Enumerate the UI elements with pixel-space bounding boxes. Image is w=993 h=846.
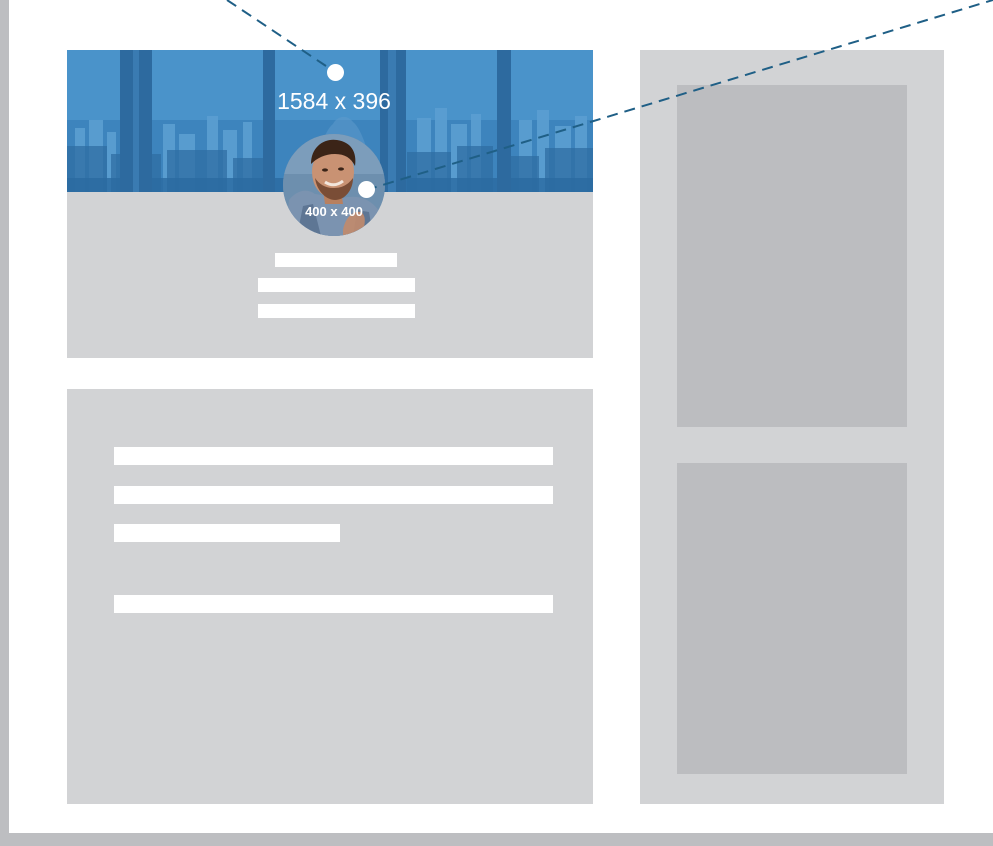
profile-photo-marker-dot (358, 181, 375, 198)
cover-photo-size-label: 1584 x 396 (277, 88, 391, 114)
profile-photo-size-label: 400 x 400 (305, 204, 363, 219)
linkedin-profile-size-guide: 1584 x 396 400 x 400 (0, 0, 993, 846)
profile-name-placeholder (275, 253, 397, 267)
about-text-line-placeholder (114, 447, 553, 465)
sidebar-block-top (677, 85, 907, 427)
about-text-line-placeholder (114, 524, 340, 542)
about-text-line-placeholder (114, 486, 553, 504)
frame-bottom-border (0, 833, 993, 846)
profile-location-placeholder (258, 304, 415, 318)
sidebar-block-bottom (677, 463, 907, 774)
profile-headline-placeholder (258, 278, 415, 292)
about-text-line-placeholder (114, 595, 553, 613)
cover-photo-marker-dot (327, 64, 344, 81)
frame-left-border (0, 0, 9, 846)
